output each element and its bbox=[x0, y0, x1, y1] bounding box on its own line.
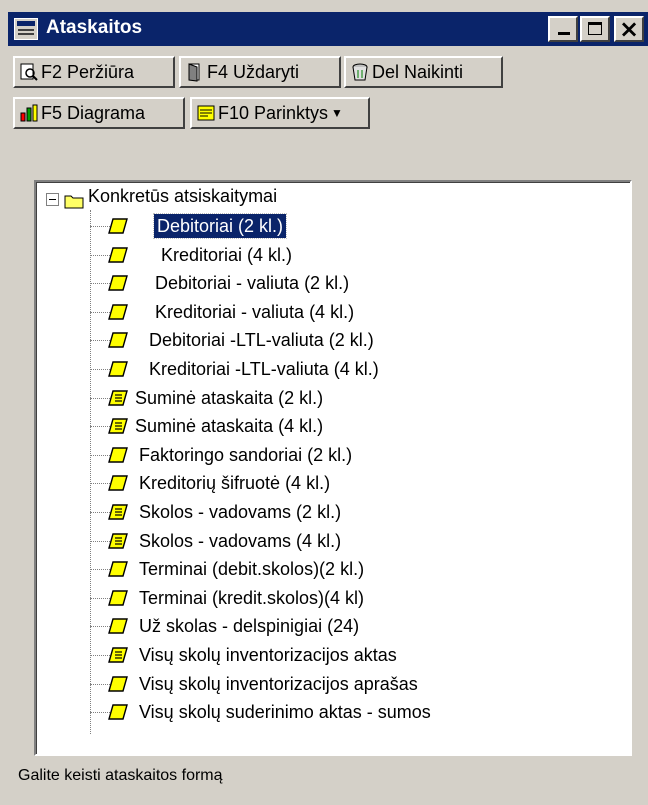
tree-item[interactable]: Skolos - vadovams (4 kl.) bbox=[36, 527, 596, 555]
tree-item-label: Už skolas - delspinigiai (24) bbox=[139, 616, 360, 637]
collapse-toggle-icon[interactable] bbox=[46, 193, 59, 206]
chart-button-label: F5 Diagrama bbox=[41, 102, 146, 123]
tree-item[interactable]: Už skolas - delspinigiai (24) bbox=[36, 612, 596, 640]
tree-item[interactable]: Debitoriai - valiuta (2 kl.) bbox=[36, 269, 596, 297]
tree-item[interactable]: Kreditoriai (4 kl.) bbox=[36, 241, 596, 269]
status-text: Galite keisti ataskaitos formą bbox=[18, 767, 223, 784]
maximize-icon bbox=[588, 22, 602, 35]
report-icon bbox=[108, 561, 128, 577]
report-icon bbox=[108, 590, 128, 606]
tree-item[interactable]: Visų skolų inventorizacijos aprašas bbox=[36, 670, 596, 698]
tree-item-label: Faktoringo sandoriai (2 kl.) bbox=[139, 444, 353, 465]
tree-item-label: Debitoriai -LTL-valiuta (2 kl.) bbox=[149, 330, 374, 351]
folder-icon bbox=[64, 195, 84, 209]
tree-item[interactable]: Debitoriai -LTL-valiuta (2 kl.) bbox=[36, 326, 596, 354]
summary-report-icon bbox=[108, 647, 128, 663]
tree-item-label: Visų skolų inventorizacijos aprašas bbox=[139, 673, 418, 694]
tree-item-label: Visų skolų suderinimo aktas - sumos bbox=[139, 702, 431, 723]
minimize-button[interactable] bbox=[548, 16, 578, 42]
tree-item[interactable]: Debitoriai (2 kl.) bbox=[36, 212, 596, 240]
close-icon: × bbox=[618, 15, 640, 43]
summary-report-icon bbox=[108, 504, 128, 520]
tree-item-label: Debitoriai - valiuta (2 kl.) bbox=[155, 273, 350, 294]
tree-item-label: Skolos - vadovams (4 kl.) bbox=[139, 530, 342, 551]
tree-item-label: Skolos - vadovams (2 kl.) bbox=[139, 502, 342, 522]
report-icon bbox=[108, 275, 128, 291]
tree-item[interactable]: Visų skolų suderinimo aktas - sumos bbox=[36, 698, 596, 726]
summary-report-icon bbox=[108, 389, 128, 406]
close-window-button[interactable]: × bbox=[614, 15, 644, 43]
report-tree[interactable]: Konkretūs atsiskaitymai Debitoriai (2 kl… bbox=[34, 180, 632, 756]
summary-report-icon bbox=[108, 532, 128, 549]
tree-item-label: Suminė ataskaita (4 kl.) bbox=[135, 416, 324, 437]
maximize-button[interactable] bbox=[580, 16, 610, 42]
report-icon bbox=[108, 361, 128, 377]
tree-item-label: Kreditoriai - valiuta (4 kl.) bbox=[155, 301, 355, 322]
door-icon bbox=[188, 63, 200, 82]
delete-button-label: Del Naikinti bbox=[372, 61, 464, 82]
tree-item[interactable]: Visų skolų inventorizacijos aktas bbox=[36, 641, 596, 669]
reports-window: Ataskaitos × F2 Peržiūra F4 Uždaryti Del… bbox=[0, 0, 648, 805]
delete-button[interactable]: Del Naikinti bbox=[344, 56, 503, 88]
preview-button[interactable]: F2 Peržiūra bbox=[13, 56, 175, 88]
tree-item[interactable]: Suminė ataskaita (2 kl.) bbox=[36, 384, 596, 412]
summary-report-icon bbox=[108, 418, 128, 434]
tree-item[interactable]: Suminė ataskaita (4 kl.) bbox=[36, 412, 596, 440]
report-icon bbox=[108, 447, 128, 463]
trash-icon bbox=[352, 63, 368, 81]
close-report-button-label: F4 Uždaryti bbox=[207, 61, 300, 82]
options-button-label: F10 Parinktys bbox=[218, 102, 329, 123]
close-report-button[interactable]: F4 Uždaryti bbox=[179, 56, 341, 88]
chart-button[interactable]: F5 Diagrama bbox=[13, 97, 185, 129]
minimize-icon bbox=[558, 32, 570, 35]
report-icon bbox=[108, 475, 128, 492]
report-icon bbox=[108, 304, 128, 320]
window-title: Ataskaitos bbox=[46, 17, 143, 38]
tree-item-label: Kreditoriai -LTL-valiuta (4 kl.) bbox=[149, 359, 379, 379]
tree-item[interactable]: Faktoringo sandoriai (2 kl.) bbox=[36, 441, 596, 469]
tree-item[interactable]: Kreditorių šifruotė (4 kl.) bbox=[36, 469, 596, 497]
dropdown-arrow-icon: ▼ bbox=[331, 106, 343, 120]
tree-item-label: Debitoriai (2 kl.) bbox=[152, 213, 288, 239]
report-icon bbox=[108, 704, 128, 720]
chart-icon bbox=[20, 104, 38, 122]
tree-item[interactable]: Skolos - vadovams (2 kl.) bbox=[36, 498, 596, 526]
tree-item-label: Suminė ataskaita (2 kl.) bbox=[135, 387, 324, 408]
tree-item[interactable]: Terminai (kredit.skolos)(4 kl) bbox=[36, 584, 596, 612]
app-icon[interactable] bbox=[14, 18, 38, 40]
tree-item[interactable]: Terminai (debit.skolos)(2 kl.) bbox=[36, 555, 596, 583]
report-icon bbox=[108, 675, 128, 692]
magnifier-icon bbox=[20, 63, 38, 81]
options-dropdown-button[interactable]: F10 Parinktys ▼ bbox=[190, 97, 370, 129]
tree-root-label[interactable]: Konkretūs atsiskaitymai bbox=[88, 186, 277, 207]
title-bar[interactable]: Ataskaitos × bbox=[8, 12, 648, 46]
tree-item[interactable]: Kreditoriai - valiuta (4 kl.) bbox=[36, 298, 596, 326]
report-icon bbox=[108, 332, 128, 349]
preview-button-label: F2 Peržiūra bbox=[41, 61, 135, 82]
tree-item-label: Kreditorių šifruotė (4 kl.) bbox=[139, 473, 331, 494]
report-icon bbox=[108, 218, 128, 234]
tree-item-label: Terminai (kredit.skolos)(4 kl) bbox=[139, 587, 365, 608]
report-icon bbox=[108, 246, 128, 263]
tree-item-label: Kreditoriai (4 kl.) bbox=[161, 244, 293, 265]
tree-item-label: Terminai (debit.skolos)(2 kl.) bbox=[139, 559, 365, 580]
options-icon bbox=[197, 105, 215, 121]
tree-item[interactable]: Kreditoriai -LTL-valiuta (4 kl.) bbox=[36, 355, 596, 383]
report-icon bbox=[108, 618, 128, 635]
tree-item-label: Visų skolų inventorizacijos aktas bbox=[139, 645, 397, 665]
